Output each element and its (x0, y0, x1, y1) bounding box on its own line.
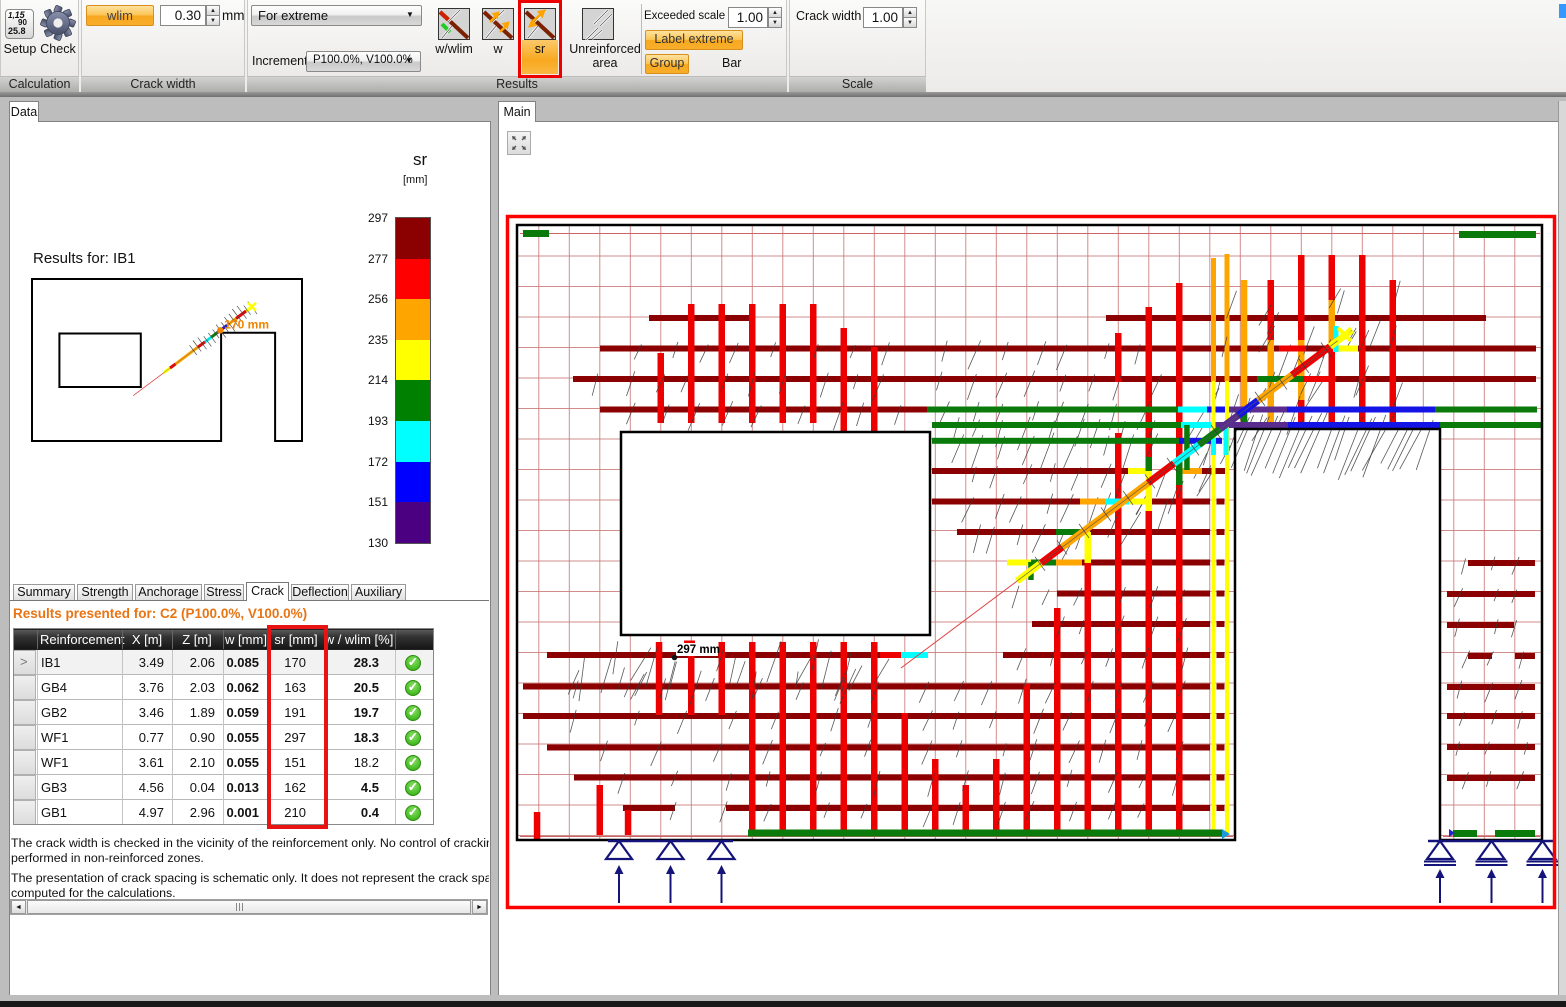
svg-text:170 mm: 170 mm (224, 317, 269, 331)
svg-text:297 mm: 297 mm (677, 644, 720, 656)
